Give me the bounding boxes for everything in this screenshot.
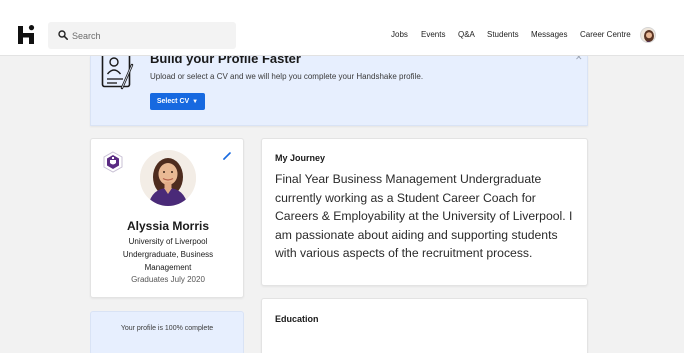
journey-heading: My Journey: [275, 153, 326, 163]
journey-card: My Journey Final Year Business Managemen…: [261, 138, 588, 286]
handshake-logo-icon[interactable]: [18, 25, 36, 44]
search-icon: [58, 30, 68, 40]
profile-photo: [140, 150, 196, 206]
profile-graduation: Graduates July 2020: [131, 275, 205, 284]
search-box[interactable]: [48, 22, 236, 49]
profile-school: University of Liverpool: [128, 237, 208, 246]
chevron-down-icon: ▼: [192, 98, 199, 105]
search-input[interactable]: [72, 22, 232, 49]
journey-text: Final Year Business Management Undergrad…: [275, 172, 573, 260]
nav-messages[interactable]: Messages: [531, 30, 567, 39]
nav-students[interactable]: Students: [487, 30, 519, 39]
cv-banner-subtitle: Upload or select a CV and we will help y…: [150, 72, 424, 81]
cv-document-icon: [101, 56, 134, 90]
edit-icon[interactable]: [222, 151, 232, 161]
nav-events[interactable]: Events: [421, 30, 445, 39]
nav-qa[interactable]: Q&A: [458, 30, 475, 39]
user-avatar[interactable]: [640, 27, 656, 43]
profile-completion-text: Your profile is 100% complete: [120, 325, 214, 332]
cv-upload-banner: Build your Profile Faster Upload or sele…: [90, 56, 588, 126]
nav-jobs[interactable]: Jobs: [391, 30, 408, 39]
education-heading: Education: [275, 314, 319, 324]
university-crest-icon: [103, 151, 123, 173]
nav-career-centre[interactable]: Career Centre: [580, 30, 631, 39]
profile-card: Alyssia Morris University of Liverpool U…: [90, 138, 244, 298]
profile-major: Management: [144, 263, 192, 272]
select-cv-button[interactable]: Select CV ▼: [150, 93, 205, 110]
select-cv-label: Select CV: [156, 98, 190, 105]
profile-completion-card: Your profile is 100% complete: [90, 311, 244, 353]
profile-photo-image: [140, 150, 196, 206]
top-navigation: Jobs Events Q&A Students Messages Career…: [0, 0, 684, 56]
profile-name: Alyssia Morris: [126, 219, 210, 233]
cv-banner-title: Build your Profile Faster: [150, 56, 301, 66]
education-card: Education: [261, 298, 588, 353]
user-avatar-image: [641, 28, 655, 42]
close-icon[interactable]: ✕: [575, 56, 583, 63]
profile-degree: Undergraduate, Business: [122, 250, 214, 259]
